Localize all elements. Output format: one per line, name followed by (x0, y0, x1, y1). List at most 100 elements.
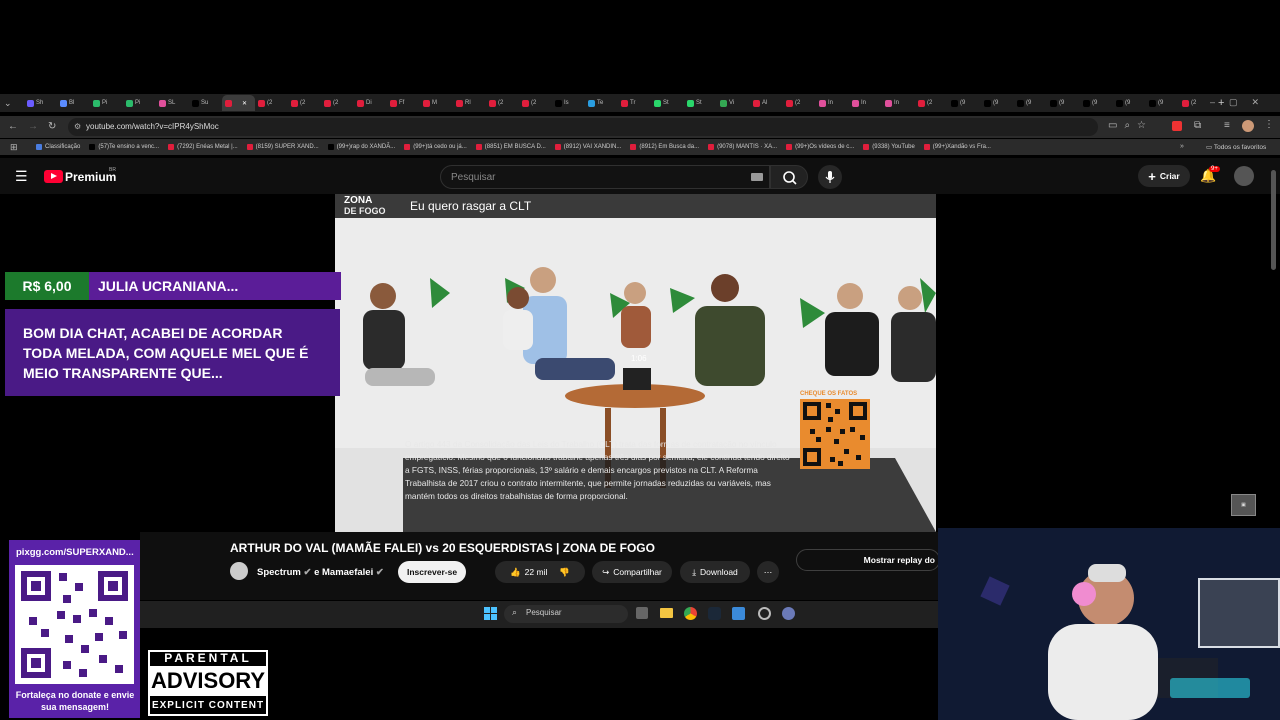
screen-timer: 1:06 (631, 354, 647, 363)
browser-tab[interactable]: Tr (618, 95, 651, 111)
browser-tab[interactable]: (9 (1080, 95, 1113, 111)
app-icon[interactable] (732, 607, 745, 620)
bookmark-item[interactable]: (57)Te ensino a venc... (89, 144, 159, 150)
browser-tab[interactable]: Su (189, 95, 222, 111)
chrome-icon[interactable] (684, 607, 697, 620)
create-button[interactable]: + Criar (1138, 165, 1190, 187)
browser-tab[interactable]: St (684, 95, 717, 111)
browser-tab[interactable]: In (849, 95, 882, 111)
forward-icon[interactable]: → (28, 121, 38, 132)
url-field[interactable]: youtube.com/watch?v=cIPR4yShMoc (68, 118, 1098, 136)
browser-tab[interactable]: (2 (519, 95, 552, 111)
apps-grid-icon[interactable]: ⊞ (10, 142, 18, 153)
keyboard-icon[interactable] (751, 173, 763, 181)
obs-icon[interactable] (758, 607, 771, 620)
file-explorer-icon[interactable] (660, 608, 673, 618)
browser-tab[interactable]: (2 (783, 95, 816, 111)
browser-tab[interactable]: Pi (123, 95, 156, 111)
menu-kebab-icon[interactable]: ⋮ (1264, 119, 1274, 130)
bookmark-item[interactable]: (9078) MANTIS · XA... (708, 144, 777, 150)
all-favorites[interactable]: ▭ Todos os favoritos (1206, 143, 1266, 151)
browser-tab[interactable]: (2 (915, 95, 948, 111)
window-controls[interactable]: –▢✕ (1210, 97, 1273, 108)
browser-tab[interactable]: St (651, 95, 684, 111)
hamburger-menu-icon[interactable]: ☰ (15, 168, 28, 185)
bookmark-item[interactable]: (99+)Xandão vs Fra... (923, 144, 991, 150)
bookmarks-overflow-icon[interactable]: » (1180, 143, 1184, 150)
extensions-puzzle-icon[interactable]: ⧉ (1194, 120, 1201, 131)
reading-list-icon[interactable]: ≡ (1224, 120, 1230, 131)
download-button[interactable]: ⤓ Download (680, 561, 750, 583)
subscribe-button[interactable]: Inscrever-se (398, 561, 466, 583)
browser-tab[interactable]: Ff (387, 95, 420, 111)
address-actions[interactable]: ▭⌕☆ (1108, 120, 1153, 131)
tab-search-icon[interactable]: ⌄ (4, 98, 24, 109)
bookmark-item[interactable]: (99+)Os vídeos de c... (786, 144, 854, 150)
show-chat-replay-button[interactable]: Mostrar replay do (796, 549, 940, 571)
settings-gear-icon[interactable] (782, 607, 795, 620)
bookmark-item[interactable]: (8912) VAI XANDIN... (554, 144, 621, 150)
channel-name-2[interactable]: e Mamaefalei (314, 567, 373, 578)
browser-tab[interactable]: Is (552, 95, 585, 111)
browser-tab[interactable]: (2 (321, 95, 354, 111)
browser-tab[interactable]: (9 (1047, 95, 1080, 111)
search-button[interactable] (770, 165, 808, 189)
like-count[interactable]: 22 mil (525, 567, 548, 577)
browser-tab[interactable]: SL (156, 95, 189, 111)
bookmark-item[interactable]: (8912) Em Busca da... (630, 144, 699, 150)
bookmark-item[interactable]: (8851) EM BUSCA D... (475, 144, 546, 150)
voice-search-button[interactable] (818, 165, 842, 189)
browser-tab[interactable]: (2 (255, 95, 288, 111)
browser-tab[interactable]: (2 (486, 95, 519, 111)
account-avatar[interactable] (1234, 166, 1254, 186)
browser-tab[interactable]: Bl (57, 95, 90, 111)
browser-tab[interactable]: Al (750, 95, 783, 111)
bookmark-item[interactable]: (8159) SUPER XAND... (246, 144, 319, 150)
search-input[interactable]: Pesquisar (440, 165, 770, 189)
bookmark-item[interactable]: (9338) YouTube (863, 144, 915, 150)
browser-tab[interactable]: ✕ (222, 95, 255, 111)
browser-tab[interactable]: (9 (1014, 95, 1047, 111)
browser-tab[interactable]: M (420, 95, 453, 111)
browser-tab[interactable]: (9 (981, 95, 1014, 111)
share-button[interactable]: ↪ Compartilhar (592, 561, 672, 583)
windows-start-icon[interactable] (484, 607, 498, 621)
steam-icon[interactable] (708, 607, 721, 620)
video-player[interactable]: ZONA DE FOGO Eu quero rasgar a CLT 1:06 (335, 194, 936, 532)
browser-tab[interactable]: Pi (90, 95, 123, 111)
browser-tab[interactable]: Rl (453, 95, 486, 111)
browser-tab[interactable]: Vi (717, 95, 750, 111)
page-scrollbar[interactable] (1271, 170, 1276, 270)
bookmark-item[interactable]: (7292) Enéas Metal |... (168, 144, 238, 150)
browser-tab[interactable]: (2 (288, 95, 321, 111)
dislike-icon[interactable]: 👎 (559, 567, 570, 578)
back-icon[interactable]: ← (8, 121, 18, 132)
browser-tab[interactable]: Sh (24, 95, 57, 111)
tab-label: (9 (1125, 100, 1131, 106)
bookmark-label: (8851) EM BUSCA D... (484, 144, 546, 150)
profile-avatar[interactable] (1242, 120, 1254, 132)
taskbar-search[interactable]: Pesquisar (504, 605, 628, 623)
bookmark-favicon-icon (863, 144, 870, 150)
more-actions-button[interactable]: ⋯ (757, 561, 779, 583)
close-tab-icon[interactable]: ✕ (242, 100, 247, 107)
bookmark-item[interactable]: Classificação (36, 144, 80, 150)
browser-tab[interactable]: (2 (1179, 95, 1212, 111)
browser-tab[interactable]: In (882, 95, 915, 111)
browser-tab[interactable]: (9 (1146, 95, 1179, 111)
bookmark-item[interactable]: (99+)rap do XANDÃ... (327, 144, 395, 150)
channel-avatar[interactable] (230, 562, 248, 580)
browser-tab[interactable]: Te (585, 95, 618, 111)
browser-tab[interactable]: In (816, 95, 849, 111)
reload-icon[interactable]: ↻ (48, 121, 56, 132)
browser-tab[interactable]: (9 (948, 95, 981, 111)
browser-tab[interactable]: Di (354, 95, 387, 111)
extension-icon[interactable] (1172, 121, 1182, 131)
like-icon[interactable]: 👍 (510, 567, 521, 578)
channel-names[interactable]: Spectrum ✔ e Mamaefalei ✔ (257, 567, 384, 578)
site-info-icon[interactable]: ⚙ (74, 122, 81, 131)
browser-tab[interactable]: (9 (1113, 95, 1146, 111)
bookmark-item[interactable]: (99+)tá cedo ou já... (404, 144, 467, 150)
channel-name[interactable]: Spectrum (257, 567, 301, 578)
task-view-icon[interactable] (636, 607, 648, 619)
